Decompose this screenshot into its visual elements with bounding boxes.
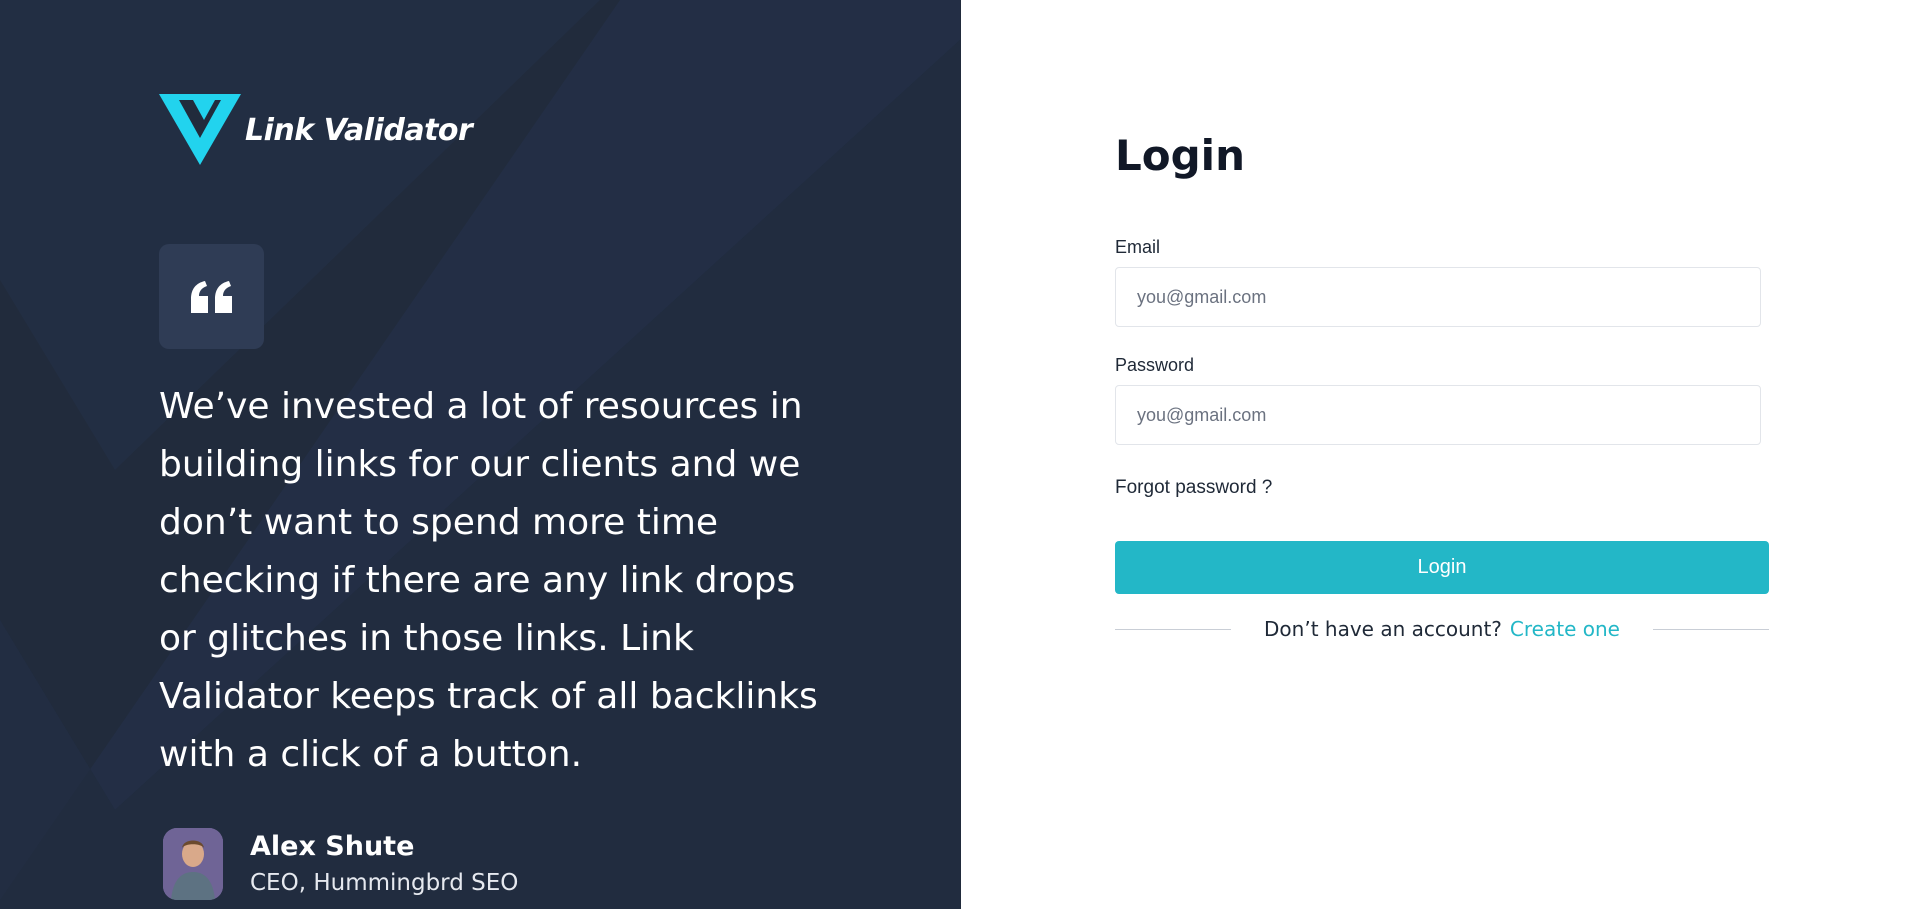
login-panel: Login Email Password Forgot password ? L… <box>961 0 1920 909</box>
login-button[interactable]: Login <box>1115 541 1769 594</box>
signup-row: Don’t have an account? Create one <box>1115 617 1769 641</box>
password-label: Password <box>1115 355 1195 375</box>
testimonial-quote: We’ve invested a lot of resources in bui… <box>159 386 818 775</box>
forgot-password-link[interactable]: Forgot password ? <box>1115 477 1272 499</box>
email-label: Email <box>1115 237 1161 257</box>
create-account-link[interactable]: Create one <box>1510 617 1620 641</box>
v-logo-icon <box>159 94 241 165</box>
testimonial-author: Alex Shute CEO, Hummingbrd SEO <box>163 828 518 900</box>
divider-left <box>1115 628 1231 630</box>
divider-right <box>1653 628 1769 630</box>
quote-badge <box>159 244 264 349</box>
brand-logo[interactable]: Link Validator <box>159 94 473 166</box>
avatar <box>163 828 223 900</box>
email-field[interactable] <box>1115 267 1761 327</box>
quote-icon <box>190 280 232 313</box>
page-title: Login <box>1115 131 1245 180</box>
author-name: Alex Shute <box>250 831 415 862</box>
no-account-text: Don’t have an account? <box>1264 617 1502 641</box>
author-role: CEO, Hummingbrd SEO <box>250 870 519 896</box>
login-form: Login Email Password Forgot password ? L… <box>1115 130 1769 641</box>
brand-name: Link Validator <box>245 112 473 148</box>
password-field[interactable] <box>1115 385 1761 445</box>
signup-prompt: Don’t have an account? Create one <box>1231 617 1653 641</box>
testimonial-panel: Link Validator We’ve invested a lot of r… <box>0 0 961 909</box>
